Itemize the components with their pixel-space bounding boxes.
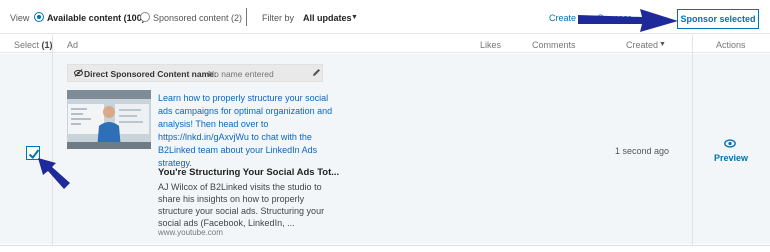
filter-select[interactable]: All updates — [303, 13, 352, 23]
chevron-down-icon[interactable]: ▼ — [351, 14, 358, 21]
link-domain: www.youtube.com — [158, 228, 223, 237]
sort-chevron-icon[interactable]: ▼ — [659, 41, 666, 48]
available-content-label[interactable]: Available content (100) — [47, 13, 145, 23]
column-divider — [692, 35, 693, 245]
sponsor-selected-button[interactable]: Sponsor selected — [677, 9, 759, 29]
ad-name-input[interactable] — [208, 67, 320, 80]
column-divider — [52, 35, 53, 245]
column-comments[interactable]: Comments — [532, 40, 576, 50]
view-label: View — [10, 13, 30, 23]
eye-slash-icon — [74, 69, 83, 77]
sponsored-content-label[interactable]: Sponsored content (2) — [153, 13, 242, 23]
column-actions: Actions — [716, 40, 746, 50]
column-likes[interactable]: Likes — [480, 40, 501, 50]
column-select-label: Select — [14, 40, 40, 50]
filter-label: Filter by — [262, 13, 295, 23]
eye-icon — [724, 139, 736, 148]
column-created[interactable]: Created — [626, 40, 658, 50]
annotation-arrow — [578, 9, 678, 32]
available-content-radio[interactable] — [34, 12, 44, 22]
created-value: 1 second ago — [615, 146, 670, 156]
sponsored-content-radio[interactable] — [140, 12, 150, 22]
link-title[interactable]: You're Structuring Your Social Ads Tot..… — [158, 167, 339, 178]
preview-label: Preview — [714, 153, 749, 163]
annotation-arrow — [38, 158, 70, 189]
toolbar-divider — [246, 8, 247, 26]
ad-name-label: Direct Sponsored Content name: — [84, 69, 217, 79]
video-thumbnail-image — [67, 90, 151, 149]
video-thumbnail[interactable] — [67, 90, 151, 149]
link-summary: AJ Wilcox of B2Linked visits the studio … — [158, 182, 325, 228]
pencil-icon[interactable] — [312, 68, 321, 77]
column-select: Select (1) — [14, 40, 53, 50]
column-ad: Ad — [67, 40, 79, 50]
select-count: (1) — [41, 40, 53, 50]
ad-description: Learn how to properly structure your soc… — [158, 93, 333, 168]
preview-button[interactable]: Preview — [708, 139, 752, 165]
ad-name-field: Direct Sponsored Content name: — [67, 64, 323, 82]
row-divider — [0, 245, 770, 246]
table-header: Select (1) Ad Likes Comments Created ▼ A… — [0, 35, 770, 53]
page: View Available content (100) Sponsored c… — [0, 0, 770, 252]
